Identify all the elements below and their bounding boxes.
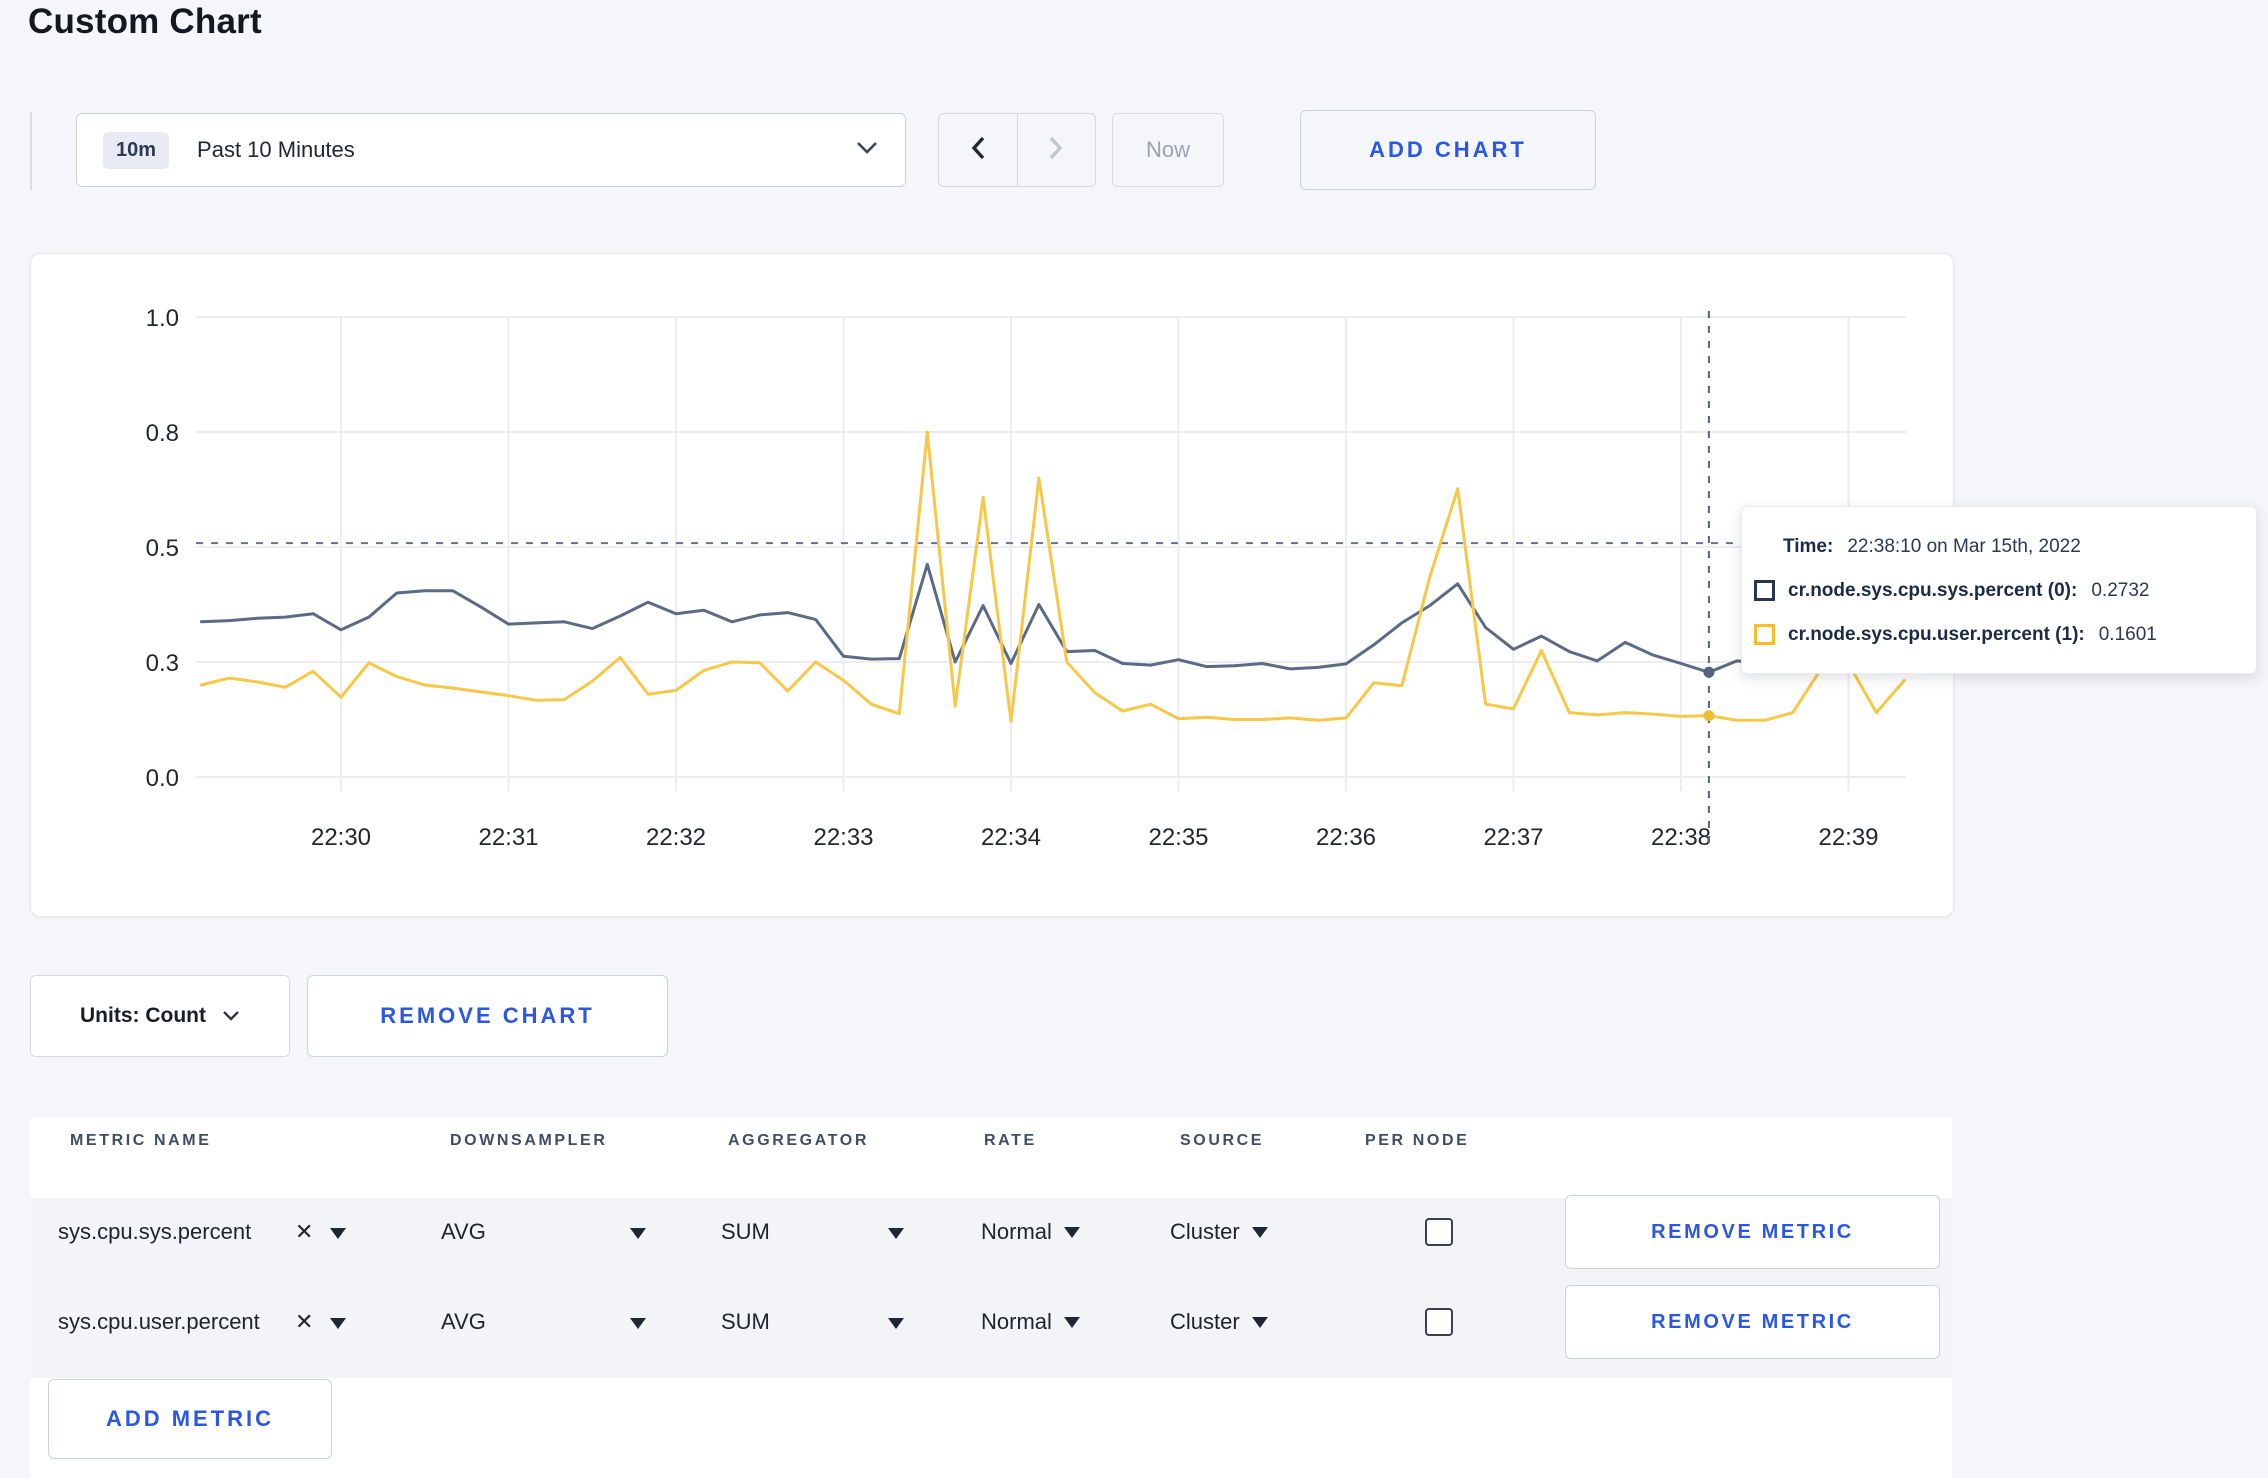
rate-select[interactable]: Normal xyxy=(981,1219,1080,1245)
time-range-dropdown[interactable]: 10m Past 10 Minutes xyxy=(76,113,906,187)
rate-value: Normal xyxy=(981,1309,1052,1334)
next-time-button[interactable] xyxy=(1018,114,1096,186)
caret-down-icon[interactable] xyxy=(630,1219,646,1245)
series-user-legend-swatch-icon xyxy=(1754,624,1775,645)
svg-text:22:36: 22:36 xyxy=(1316,824,1376,851)
caret-down-icon[interactable] xyxy=(330,1219,346,1245)
units-dropdown[interactable]: Units: Count xyxy=(30,975,290,1057)
chevron-right-icon xyxy=(1048,135,1064,166)
svg-text:22:39: 22:39 xyxy=(1818,824,1878,851)
column-header-downsampler: DOWNSAMPLER xyxy=(450,1132,608,1149)
column-header-metric-name: METRIC NAME xyxy=(70,1132,212,1149)
svg-text:22:34: 22:34 xyxy=(981,824,1041,851)
svg-text:22:30: 22:30 xyxy=(311,824,371,851)
svg-text:0.0: 0.0 xyxy=(146,765,179,792)
add-chart-button[interactable]: ADD CHART xyxy=(1300,110,1596,190)
svg-text:22:33: 22:33 xyxy=(813,824,873,851)
tooltip-time-value: 22:38:10 on Mar 15th, 2022 xyxy=(1847,535,2081,557)
chevron-left-icon xyxy=(970,135,986,166)
table-row: sys.cpu.sys.percent ✕ AVG SUM Normal Clu… xyxy=(30,1187,1952,1277)
svg-text:0.3: 0.3 xyxy=(146,650,179,677)
metric-name-value[interactable]: sys.cpu.sys.percent xyxy=(58,1219,251,1245)
previous-time-button[interactable] xyxy=(939,114,1018,186)
svg-text:22:37: 22:37 xyxy=(1483,824,1543,851)
table-row: sys.cpu.user.percent ✕ AVG SUM Normal Cl… xyxy=(30,1277,1952,1367)
chevron-down-icon xyxy=(855,140,879,160)
remove-chart-button[interactable]: REMOVE CHART xyxy=(307,975,668,1057)
chevron-down-icon xyxy=(222,1004,240,1028)
close-icon[interactable]: ✕ xyxy=(295,1309,313,1335)
column-header-aggregator: AGGREGATOR xyxy=(728,1132,869,1149)
svg-text:22:35: 22:35 xyxy=(1148,824,1208,851)
per-node-checkbox[interactable] xyxy=(1425,1308,1453,1336)
tooltip-series-value: 0.1601 xyxy=(2098,623,2157,645)
metric-name-value[interactable]: sys.cpu.user.percent xyxy=(58,1309,260,1335)
aggregator-select[interactable]: SUM xyxy=(721,1309,770,1335)
chart-plot[interactable]: 0.0 0.3 0.5 0.8 1.0 22:30 22:31 22:32 22:33 22:34… xyxy=(31,254,1951,914)
series-sys-legend-swatch-icon xyxy=(1754,580,1775,601)
close-icon[interactable]: ✕ xyxy=(295,1219,313,1245)
caret-down-icon[interactable] xyxy=(888,1219,904,1245)
toolbar-divider xyxy=(30,112,32,190)
add-metric-button[interactable]: ADD METRIC xyxy=(48,1379,332,1459)
tooltip-series-label: cr.node.sys.cpu.sys.percent (0): xyxy=(1788,579,2078,601)
caret-down-icon xyxy=(1063,1226,1080,1238)
per-node-checkbox[interactable] xyxy=(1425,1218,1453,1246)
svg-text:22:32: 22:32 xyxy=(646,824,706,851)
svg-text:0.5: 0.5 xyxy=(146,535,179,562)
page-title: Custom Chart xyxy=(28,2,262,41)
tooltip-series-label: cr.node.sys.cpu.user.percent (1): xyxy=(1788,623,2085,645)
now-button[interactable]: Now xyxy=(1112,113,1224,187)
time-pager xyxy=(938,113,1096,187)
tooltip-time-label: Time: xyxy=(1783,535,1834,557)
svg-text:0.8: 0.8 xyxy=(146,420,179,447)
downsampler-select[interactable]: AVG xyxy=(441,1219,486,1245)
caret-down-icon xyxy=(1063,1316,1080,1328)
column-header-source: SOURCE xyxy=(1180,1132,1265,1149)
rate-select[interactable]: Normal xyxy=(981,1309,1080,1335)
svg-text:22:38: 22:38 xyxy=(1651,824,1711,851)
time-range-badge: 10m xyxy=(103,131,170,169)
caret-down-icon[interactable] xyxy=(330,1309,346,1335)
caret-down-icon[interactable] xyxy=(888,1309,904,1335)
caret-down-icon[interactable] xyxy=(630,1309,646,1335)
tooltip-series-value: 0.2732 xyxy=(2091,579,2150,601)
custom-chart-page: Custom Chart 10m Past 10 Minutes Now ADD… xyxy=(0,0,2268,1478)
rate-value: Normal xyxy=(981,1219,1052,1244)
column-header-per-node: PER NODE xyxy=(1365,1132,1470,1149)
remove-metric-button[interactable]: REMOVE METRIC xyxy=(1565,1285,1940,1359)
chart-tooltip: Time: 22:38:10 on Mar 15th, 2022 cr.node… xyxy=(1741,506,2257,674)
caret-down-icon xyxy=(1251,1226,1268,1238)
remove-metric-button[interactable]: REMOVE METRIC xyxy=(1565,1195,1940,1269)
source-select[interactable]: Cluster xyxy=(1170,1219,1268,1245)
column-header-rate: RATE xyxy=(984,1132,1037,1149)
time-range-label: Past 10 Minutes xyxy=(197,137,355,162)
svg-text:22:31: 22:31 xyxy=(478,824,538,851)
caret-down-icon xyxy=(1251,1316,1268,1328)
svg-text:1.0: 1.0 xyxy=(146,305,179,332)
units-label: Units: Count xyxy=(80,1004,206,1027)
source-value: Cluster xyxy=(1170,1309,1240,1334)
chart-card: 0.0 0.3 0.5 0.8 1.0 22:30 22:31 22:32 22:33 22:34… xyxy=(30,253,1954,917)
source-value: Cluster xyxy=(1170,1219,1240,1244)
source-select[interactable]: Cluster xyxy=(1170,1309,1268,1335)
downsampler-select[interactable]: AVG xyxy=(441,1309,486,1335)
aggregator-select[interactable]: SUM xyxy=(721,1219,770,1245)
